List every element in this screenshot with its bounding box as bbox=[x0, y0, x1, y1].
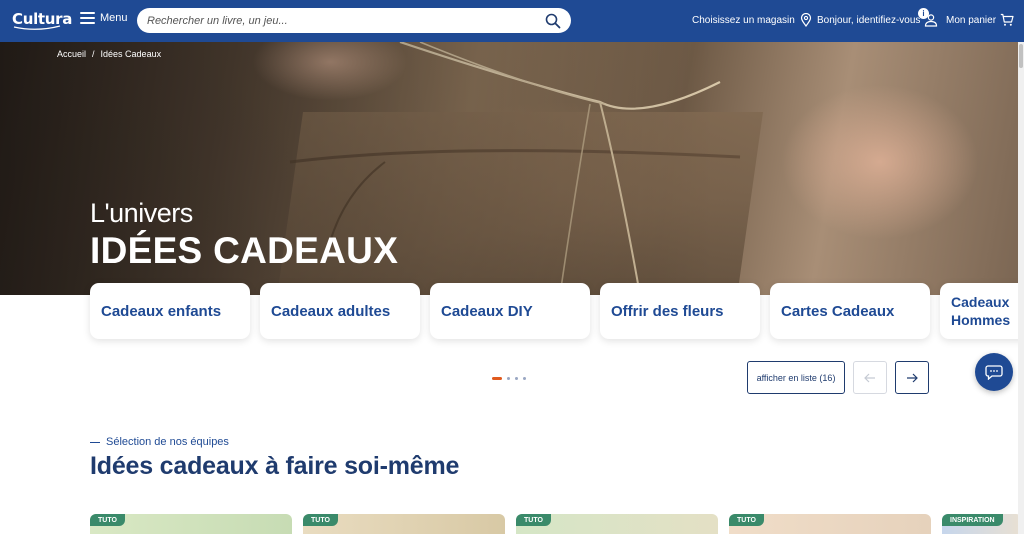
store-locator-link[interactable]: Choisissez un magasin bbox=[692, 13, 813, 27]
breadcrumb: Accueil / Idées Cadeaux bbox=[57, 49, 161, 59]
arrow-right-icon bbox=[907, 373, 918, 382]
chat-button[interactable] bbox=[975, 353, 1013, 391]
logo-swoosh-icon bbox=[13, 25, 61, 30]
show-as-list-button[interactable]: afficher en liste (16) bbox=[747, 361, 845, 394]
carousel-prev-button[interactable] bbox=[853, 361, 887, 394]
article-tiles: TUTO TUTO TUTO TUTO INSPIRATION bbox=[90, 514, 1022, 534]
category-card-diy[interactable]: Cadeaux DIY bbox=[430, 283, 590, 339]
article-tile[interactable]: INSPIRATION bbox=[942, 514, 1022, 534]
tile-tag: TUTO bbox=[303, 514, 338, 526]
breadcrumb-home-link[interactable]: Accueil bbox=[57, 49, 86, 59]
section-kicker-label: Sélection de nos équipes bbox=[106, 436, 229, 448]
cart-icon bbox=[1000, 13, 1014, 26]
account-label: Bonjour, identifiez-vous bbox=[817, 14, 921, 26]
pagination-dot[interactable] bbox=[507, 377, 510, 380]
article-tile[interactable]: TUTO bbox=[729, 514, 931, 534]
hamburger-icon bbox=[80, 12, 95, 24]
breadcrumb-current: Idées Cadeaux bbox=[100, 49, 162, 59]
section-title: Idées cadeaux à faire soi-même bbox=[90, 452, 460, 480]
tile-tag: TUTO bbox=[729, 514, 764, 526]
category-carousel: Cadeaux enfants Cadeaux adultes Cadeaux … bbox=[90, 283, 1024, 339]
article-tile[interactable]: TUTO bbox=[516, 514, 718, 534]
hero-title: IDÉES CADEAUX bbox=[90, 230, 399, 271]
carousel-next-button[interactable] bbox=[895, 361, 929, 394]
chat-bubble-icon bbox=[985, 365, 1003, 380]
hero-banner: Accueil / Idées Cadeaux L'univers IDÉES … bbox=[0, 42, 1024, 295]
menu-label: Menu bbox=[100, 12, 128, 24]
section-kicker: Sélection de nos équipes bbox=[90, 436, 229, 448]
scrollbar-track[interactable] bbox=[1018, 42, 1024, 534]
kicker-dash bbox=[90, 441, 100, 443]
pagination-dot-active[interactable] bbox=[492, 377, 502, 380]
search-bar bbox=[137, 8, 571, 33]
category-card-adults[interactable]: Cadeaux adultes bbox=[260, 283, 420, 339]
breadcrumb-separator: / bbox=[92, 49, 95, 59]
notification-badge: i bbox=[918, 8, 929, 19]
location-pin-icon bbox=[800, 13, 811, 27]
pagination-dot[interactable] bbox=[515, 377, 518, 380]
menu-button[interactable]: Menu bbox=[80, 12, 128, 24]
category-card-kids[interactable]: Cadeaux enfants bbox=[90, 283, 250, 339]
site-header: Cultura Menu Choisissez un magasin Bonjo… bbox=[0, 0, 1024, 42]
search-icon[interactable] bbox=[545, 13, 561, 29]
page: Cultura Menu Choisissez un magasin Bonjo… bbox=[0, 0, 1024, 534]
carousel-pagination bbox=[492, 377, 526, 380]
category-card-gift-cards[interactable]: Cartes Cadeaux bbox=[770, 283, 930, 339]
store-label: Choisissez un magasin bbox=[692, 14, 795, 26]
cart-label: Mon panier bbox=[946, 14, 997, 26]
tile-tag: TUTO bbox=[516, 514, 551, 526]
pagination-dot[interactable] bbox=[523, 377, 526, 380]
search-input[interactable] bbox=[147, 14, 545, 27]
cart-link[interactable]: Mon panier bbox=[946, 13, 1014, 27]
tile-tag: TUTO bbox=[90, 514, 125, 526]
article-tile[interactable]: TUTO bbox=[303, 514, 505, 534]
scrollbar-thumb[interactable] bbox=[1019, 44, 1023, 68]
article-tile[interactable]: TUTO bbox=[90, 514, 292, 534]
tile-tag: INSPIRATION bbox=[942, 514, 1003, 526]
hero-kicker: L'univers bbox=[90, 198, 193, 228]
category-card-flowers[interactable]: Offrir des fleurs bbox=[600, 283, 760, 339]
arrow-left-icon bbox=[864, 373, 875, 382]
category-card-men[interactable]: Cadeaux Hommes bbox=[940, 283, 1024, 339]
